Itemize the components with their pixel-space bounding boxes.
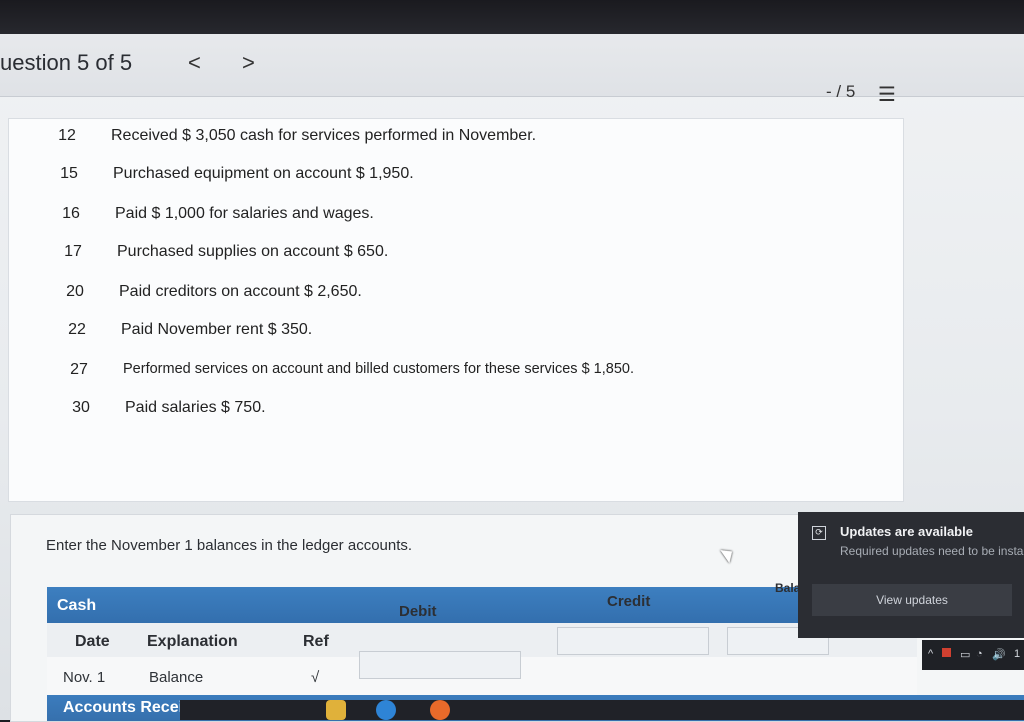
- transaction-day: 20: [66, 283, 84, 300]
- list-icon[interactable]: ☰: [878, 82, 896, 107]
- debit-column-header: Debit: [399, 603, 437, 620]
- clock-text[interactable]: 1: [1014, 648, 1020, 660]
- ledger-row: Nov. 1 Balance √: [47, 651, 917, 695]
- notification-body: Required updates need to be insta: [840, 544, 1024, 558]
- next-question-button[interactable]: >: [242, 50, 255, 76]
- view-updates-button[interactable]: View updates: [812, 584, 1012, 616]
- battery-icon[interactable]: ▭: [960, 648, 970, 661]
- transaction-text: Paid $ 1,000 for salaries and wages.: [115, 205, 374, 222]
- row-date: Nov. 1: [63, 669, 106, 686]
- row-ref-check: √: [311, 669, 320, 686]
- transactions-panel: 12 Received $ 3,050 cash for services pe…: [8, 118, 904, 502]
- transaction-day: 30: [72, 399, 90, 416]
- update-notification[interactable]: ⟳ Updates are available Required updates…: [798, 512, 1024, 638]
- score-display: - / 5: [826, 82, 856, 101]
- file-explorer-icon[interactable]: [326, 700, 346, 720]
- explanation-column-header: Explanation: [147, 633, 238, 650]
- transaction-day: 16: [62, 205, 80, 222]
- volume-icon[interactable]: 🔊: [992, 648, 1006, 661]
- transaction-text: Purchased supplies on account $ 650.: [117, 243, 389, 260]
- balance-column-header: Bala: [775, 581, 801, 595]
- notification-title: Updates are available: [840, 524, 973, 539]
- date-column-header: Date: [75, 633, 110, 650]
- taskbar: [180, 700, 1024, 720]
- transaction-text: Paid salaries $ 750.: [125, 399, 266, 416]
- system-tray: ^ ▭ ◔ 🔊 1: [922, 640, 1024, 670]
- transaction-text: Paid November rent $ 350.: [121, 321, 313, 338]
- transaction-day: 27: [70, 361, 88, 378]
- update-icon: ⟳: [812, 526, 826, 540]
- ledger-instruction: Enter the November 1 balances in the led…: [46, 537, 413, 554]
- ref-column-header: Ref: [303, 633, 329, 650]
- transaction-text: Paid creditors on account $ 2,650.: [119, 283, 362, 300]
- antivirus-icon[interactable]: [942, 648, 951, 657]
- edge-icon[interactable]: [376, 700, 396, 720]
- row-explanation: Balance: [149, 669, 204, 686]
- transaction-day: 17: [64, 243, 82, 260]
- previous-question-button[interactable]: <: [188, 50, 201, 76]
- question-title: uestion 5 of 5: [0, 50, 133, 75]
- transaction-text: Received $ 3,050 cash for services perfo…: [111, 127, 537, 144]
- cash-account-label: Cash: [57, 597, 97, 614]
- credit-header-input[interactable]: [557, 627, 709, 655]
- transaction-day: 22: [68, 321, 86, 338]
- transaction-day: 15: [60, 165, 78, 182]
- question-header: uestion 5 of 5 < > - / 5 ☰: [0, 34, 1024, 106]
- firefox-icon[interactable]: [430, 700, 450, 720]
- tray-chevron-icon[interactable]: ^: [928, 648, 933, 660]
- debit-input[interactable]: [359, 651, 521, 679]
- transaction-day: 12: [58, 127, 76, 144]
- wifi-icon[interactable]: ◔: [976, 648, 983, 660]
- transaction-text: Purchased equipment on account $ 1,950.: [113, 165, 414, 182]
- transaction-text: Performed services on account and billed…: [123, 361, 634, 377]
- credit-column-header: Credit: [607, 593, 651, 610]
